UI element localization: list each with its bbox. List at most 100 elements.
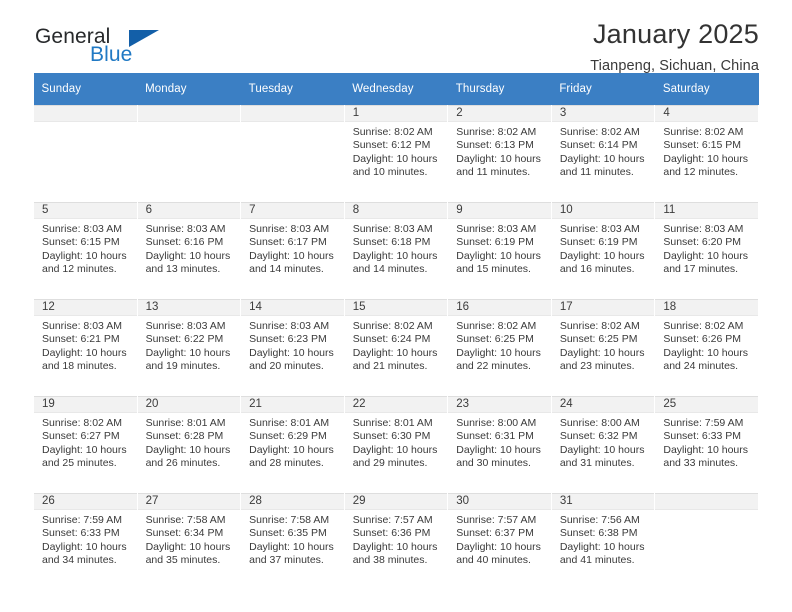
daylight-text: Daylight: 10 hours and 17 minutes.: [663, 249, 749, 276]
weekday-header-monday: Monday: [137, 73, 241, 105]
calendar-day-cell[interactable]: 4 Sunrise: 8:02 AM Sunset: 6:15 PM Daylight…: [654, 105, 759, 195]
calendar-day-cell[interactable]: 16 Sunrise: 8:02 AM Sunset: 6:25 PM Dayligh…: [447, 299, 552, 389]
day-number: 20: [137, 396, 241, 413]
calendar-day-cell[interactable]: 26 Sunrise: 7:59 AM Sunset: 6:33 PM Dayligh…: [33, 493, 138, 583]
sunset-text: Sunset: 6:24 PM: [352, 333, 431, 346]
sunset-text: Sunset: 6:27 PM: [42, 430, 120, 443]
calendar-day-cell[interactable]: 2 Sunrise: 8:02 AM Sunset: 6:13 PM Daylight…: [447, 105, 552, 195]
calendar-day-cell[interactable]: 30 Sunrise: 7:57 AM Sunset: 6:37 PM Dayligh…: [447, 493, 552, 583]
day-number: [137, 105, 241, 122]
calendar-day-cell[interactable]: 27 Sunrise: 7:58 AM Sunset: 6:34 PM Dayligh…: [136, 493, 242, 583]
day-number: 27: [137, 493, 241, 510]
calendar-day-cell[interactable]: 9 Sunrise: 8:03 AM Sunset: 6:19 PM Daylight…: [447, 202, 552, 292]
sunrise-text: Sunrise: 8:03 AM: [42, 223, 122, 235]
daylight-text: Daylight: 10 hours and 31 minutes.: [559, 443, 645, 470]
sunset-text: Sunset: 6:25 PM: [456, 333, 534, 346]
calendar-header-row: Sunday Monday Tuesday Wednesday Thursday Frid…: [33, 73, 759, 105]
daylight-text: Daylight: 10 hours and 20 minutes.: [249, 346, 334, 373]
calendar-day-cell[interactable]: 7 Sunrise: 8:03 AM Sunset: 6:17 PM Daylight…: [240, 202, 345, 292]
sunrise-text: Sunrise: 8:01 AM: [249, 417, 330, 429]
calendar-day-cell[interactable]: 28 Sunrise: 7:58 AM Sunset: 6:35 PM Dayligh…: [240, 493, 345, 583]
day-details: Sunrise: 8:03 AM Sunset: 6:18 PM Daylight:…: [345, 219, 448, 277]
day-details: Sunrise: 8:00 AM Sunset: 6:31 PM Daylight:…: [448, 413, 551, 471]
day-details: Sunrise: 8:03 AM Sunset: 6:23 PM Daylight:…: [241, 316, 344, 374]
day-cell-inner: 23 Sunrise: 8:00 AM Sunset: 6:31 PM Dayligh…: [448, 396, 551, 486]
calendar-day-cell[interactable]: 22 Sunrise: 8:01 AM Sunset: 6:30 PM Dayligh…: [343, 396, 449, 486]
page-header: General Blue January 2025 Tianpeng, Sich…: [33, 0, 759, 74]
daylight-text: Daylight: 10 hours and 29 minutes.: [352, 443, 438, 470]
sunset-text: Sunset: 6:25 PM: [559, 333, 638, 346]
week-spacer: [33, 195, 759, 202]
daylight-text: Daylight: 10 hours and 14 minutes.: [352, 249, 438, 276]
day-cell-inner: 15 Sunrise: 8:02 AM Sunset: 6:24 PM Dayligh…: [344, 299, 448, 389]
week-spacer: [33, 389, 759, 396]
day-cell-inner: 25 Sunrise: 7:59 AM Sunset: 6:33 PM Dayligh…: [655, 396, 758, 486]
calendar-day-cell[interactable]: 11 Sunrise: 8:03 AM Sunset: 6:20 PM Dayligh…: [654, 202, 759, 292]
sunrise-text: Sunrise: 7:57 AM: [456, 514, 537, 526]
sunset-text: Sunset: 6:12 PM: [352, 139, 431, 152]
calendar-day-cell[interactable]: 15 Sunrise: 8:02 AM Sunset: 6:24 PM Dayligh…: [343, 299, 449, 389]
daylight-text: Daylight: 10 hours and 40 minutes.: [456, 540, 541, 567]
day-number: 31: [551, 493, 655, 510]
daylight-text: Daylight: 10 hours and 15 minutes.: [456, 249, 541, 276]
day-details: Sunrise: 8:03 AM Sunset: 6:20 PM Daylight:…: [655, 219, 758, 277]
day-details: Sunrise: 7:58 AM Sunset: 6:34 PM Daylight:…: [138, 510, 241, 568]
weekday-header-thursday: Thursday: [447, 73, 552, 105]
calendar-day-cell[interactable]: 19 Sunrise: 8:02 AM Sunset: 6:27 PM Dayligh…: [33, 396, 138, 486]
day-cell-inner: 8 Sunrise: 8:03 AM Sunset: 6:18 PM Daylight…: [344, 202, 448, 292]
calendar-day-cell[interactable]: 29 Sunrise: 7:57 AM Sunset: 6:36 PM Dayligh…: [343, 493, 449, 583]
calendar-body: 1 Sunrise: 8:02 AM Sunset: 6:12 PM Daylight…: [33, 105, 759, 583]
calendar-day-cell[interactable]: 18 Sunrise: 8:02 AM Sunset: 6:26 PM Dayligh…: [654, 299, 759, 389]
calendar-day-cell[interactable]: 24 Sunrise: 8:00 AM Sunset: 6:32 PM Dayligh…: [550, 396, 656, 486]
calendar-day-cell[interactable]: 1 Sunrise: 8:02 AM Sunset: 6:12 PM Daylight…: [343, 105, 449, 195]
calendar-day-cell[interactable]: 14 Sunrise: 8:03 AM Sunset: 6:23 PM Dayligh…: [240, 299, 345, 389]
sunset-text: Sunset: 6:36 PM: [352, 527, 431, 540]
daylight-text: Daylight: 10 hours and 35 minutes.: [145, 540, 231, 567]
day-number: 14: [241, 299, 344, 316]
day-details: Sunrise: 8:03 AM Sunset: 6:15 PM Daylight:…: [34, 219, 137, 277]
day-cell-inner: 2 Sunrise: 8:02 AM Sunset: 6:13 PM Daylight…: [448, 105, 551, 195]
calendar-day-cell[interactable]: 20 Sunrise: 8:01 AM Sunset: 6:28 PM Dayligh…: [136, 396, 242, 486]
week-spacer-cell: [33, 389, 759, 396]
day-cell-inner: 20 Sunrise: 8:01 AM Sunset: 6:28 PM Dayligh…: [137, 396, 241, 486]
calendar-day-cell[interactable]: 10 Sunrise: 8:03 AM Sunset: 6:19 PM Dayligh…: [550, 202, 656, 292]
weekday-header-sunday: Sunday: [33, 73, 138, 105]
calendar-day-cell[interactable]: 31 Sunrise: 7:56 AM Sunset: 6:38 PM Dayligh…: [550, 493, 656, 583]
sunset-text: Sunset: 6:34 PM: [145, 527, 224, 540]
sunrise-text: Sunrise: 8:02 AM: [456, 126, 537, 138]
day-number: [241, 105, 344, 122]
day-details: Sunrise: 8:02 AM Sunset: 6:12 PM Daylight:…: [345, 122, 448, 180]
calendar-day-cell[interactable]: 8 Sunrise: 8:03 AM Sunset: 6:18 PM Daylight…: [343, 202, 449, 292]
day-details: Sunrise: 8:03 AM Sunset: 6:16 PM Daylight:…: [138, 219, 241, 277]
calendar-day-cell[interactable]: 5 Sunrise: 8:03 AM Sunset: 6:15 PM Daylight…: [33, 202, 138, 292]
calendar-day-cell[interactable]: 12 Sunrise: 8:03 AM Sunset: 6:21 PM Dayligh…: [33, 299, 138, 389]
calendar-day-cell[interactable]: 17 Sunrise: 8:02 AM Sunset: 6:25 PM Dayligh…: [550, 299, 656, 389]
daylight-text: Daylight: 10 hours and 12 minutes.: [663, 152, 749, 179]
general-blue-logo[interactable]: General Blue: [33, 26, 243, 74]
daylight-text: Daylight: 10 hours and 28 minutes.: [249, 443, 334, 470]
day-cell-inner: [137, 105, 241, 195]
calendar-day-cell[interactable]: 3 Sunrise: 8:02 AM Sunset: 6:14 PM Daylight…: [550, 105, 656, 195]
sunrise-text: Sunrise: 8:02 AM: [559, 126, 640, 138]
sunrise-text: Sunrise: 8:03 AM: [352, 223, 433, 235]
daylight-text: Daylight: 10 hours and 34 minutes.: [42, 540, 127, 567]
calendar-day-cell[interactable]: 21 Sunrise: 8:01 AM Sunset: 6:29 PM Dayligh…: [240, 396, 345, 486]
day-number: 30: [448, 493, 551, 510]
daylight-text: Daylight: 10 hours and 11 minutes.: [456, 152, 541, 179]
sunrise-text: Sunrise: 7:59 AM: [42, 514, 122, 526]
day-cell-inner: [34, 105, 137, 195]
weekday-header-tuesday: Tuesday: [240, 73, 345, 105]
calendar-day-cell[interactable]: 13 Sunrise: 8:03 AM Sunset: 6:22 PM Dayligh…: [136, 299, 242, 389]
day-details: Sunrise: 8:02 AM Sunset: 6:25 PM Daylight:…: [552, 316, 655, 374]
day-details: Sunrise: 8:03 AM Sunset: 6:21 PM Daylight:…: [34, 316, 137, 374]
location-subtitle: Tianpeng, Sichuan, China: [590, 58, 759, 74]
day-cell-inner: 26 Sunrise: 7:59 AM Sunset: 6:33 PM Dayligh…: [34, 493, 137, 583]
calendar-day-cell[interactable]: 23 Sunrise: 8:00 AM Sunset: 6:31 PM Dayligh…: [447, 396, 552, 486]
day-number: 4: [655, 105, 758, 122]
page-title: January 2025: [592, 19, 759, 49]
calendar-day-cell[interactable]: 6 Sunrise: 8:03 AM Sunset: 6:16 PM Daylight…: [136, 202, 242, 292]
sunset-text: Sunset: 6:26 PM: [663, 333, 742, 346]
day-number: [655, 493, 758, 510]
calendar-day-cell[interactable]: 25 Sunrise: 7:59 AM Sunset: 6:33 PM Dayligh…: [654, 396, 759, 486]
day-details: Sunrise: 8:01 AM Sunset: 6:28 PM Daylight:…: [138, 413, 241, 471]
